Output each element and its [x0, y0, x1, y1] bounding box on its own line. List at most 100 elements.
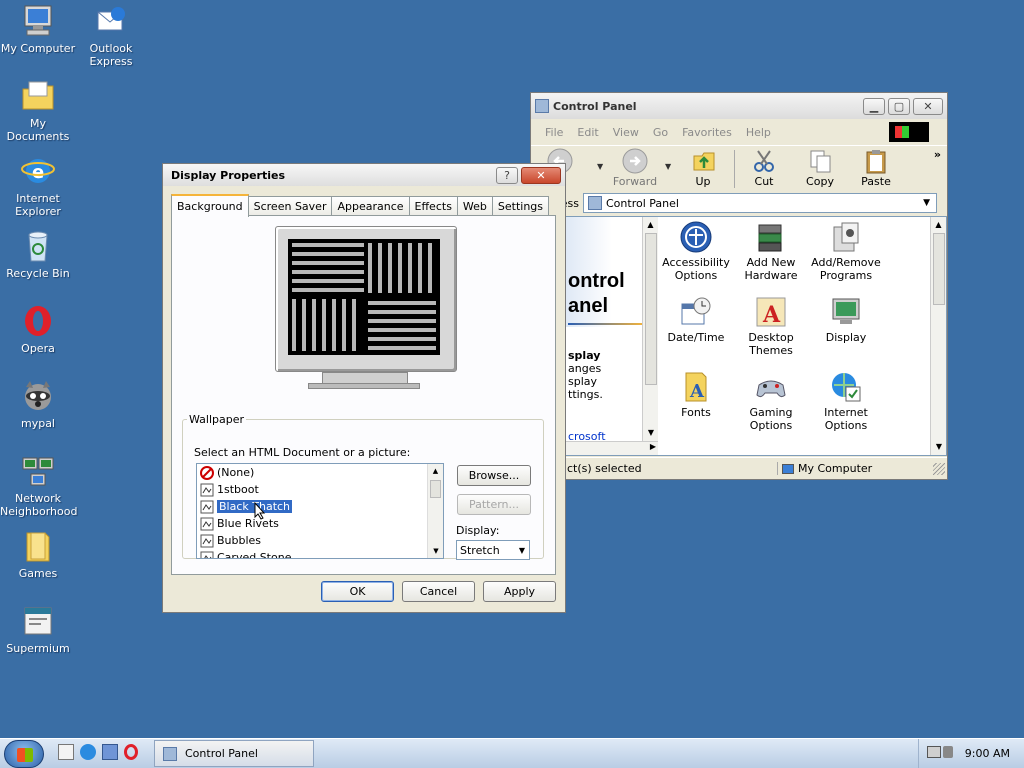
tab-effects[interactable]: Effects — [408, 196, 458, 216]
opera-quick-icon[interactable] — [124, 744, 138, 760]
display-select[interactable]: Stretch ▼ — [456, 540, 530, 560]
start-button[interactable] — [4, 740, 44, 768]
wallpaper-preview-image — [288, 239, 440, 355]
cp-internet-options[interactable]: Internet Options — [806, 371, 886, 432]
wallpaper-item[interactable]: Bubbles — [197, 532, 443, 549]
internet-explorer-quick-icon[interactable] — [80, 744, 96, 760]
toolbar-chevron-icon[interactable]: » — [934, 148, 941, 161]
network-tray-icon[interactable] — [927, 746, 941, 758]
svg-text:A: A — [762, 302, 781, 328]
cp-gaming-options[interactable]: Gaming Options — [731, 371, 811, 432]
address-dropdown-icon[interactable]: ▼ — [923, 198, 936, 208]
control-panel-titlebar[interactable]: Control Panel ▁ ▢ ✕ — [531, 93, 947, 119]
paste-button[interactable]: Paste — [851, 146, 901, 188]
copy-icon — [807, 148, 833, 174]
menu-view[interactable]: View — [613, 126, 639, 139]
apply-button[interactable]: Apply — [483, 581, 556, 602]
cp-date-time[interactable]: Date/Time — [656, 296, 736, 344]
wallpaper-item[interactable]: Carved Stone — [197, 549, 443, 558]
wallpaper-item-selected[interactable]: Black Thatch — [197, 498, 443, 515]
control-panel-window: Control Panel ▁ ▢ ✕ File Edit View Go Fa… — [530, 92, 948, 480]
ok-button[interactable]: OK — [321, 581, 394, 602]
system-tray: 9:00 AM — [918, 739, 1024, 768]
back-dropdown-icon[interactable]: ▼ — [597, 162, 603, 171]
select-label: Select an HTML Document or a picture: — [194, 446, 411, 459]
background-tab-panel: Wallpaper Select an HTML Document or a p… — [171, 215, 556, 575]
desktop-icon-network-neighborhood[interactable]: Network Neighborhood — [0, 454, 77, 518]
cp-accessibility-options[interactable]: Accessibility Options — [656, 221, 736, 282]
address-input[interactable]: Control Panel ▼ — [583, 193, 937, 213]
list-scrollbar[interactable]: ▲ ▼ — [427, 464, 443, 558]
tab-appearance[interactable]: Appearance — [331, 196, 410, 216]
forward-dropdown-icon[interactable]: ▼ — [665, 162, 671, 171]
clock[interactable]: 9:00 AM — [965, 747, 1010, 760]
desktop-icon-mypal[interactable]: mypal — [0, 379, 76, 430]
folder-documents-icon — [21, 79, 55, 113]
cp-add-new-hardware[interactable]: Add New Hardware — [731, 221, 811, 282]
cut-button[interactable]: Cut — [739, 146, 789, 188]
folder-window-icon — [535, 99, 549, 113]
desktop-icon-outlook-express[interactable]: Outlook Express — [73, 4, 149, 68]
programs-icon — [830, 221, 862, 253]
pattern-button[interactable]: Pattern... — [457, 494, 531, 515]
up-button[interactable]: Up — [678, 146, 728, 188]
status-bar: ct(s) selected My Computer — [531, 457, 947, 479]
copy-button[interactable]: Copy — [795, 146, 845, 188]
volume-tray-icon[interactable] — [943, 746, 953, 758]
cancel-button[interactable]: Cancel — [402, 581, 475, 602]
toolbar: ck ▼ Forward ▼ Up Cut Copy Paste » — [531, 145, 947, 191]
outlook-express-icon — [94, 4, 128, 38]
window-title: Control Panel — [553, 99, 637, 113]
menu-go[interactable]: Go — [653, 126, 668, 139]
internet-options-icon — [830, 371, 862, 403]
desktop-icon-games[interactable]: Games — [0, 529, 76, 580]
menu-file[interactable]: File — [545, 126, 563, 139]
cp-add-remove-programs[interactable]: Add/Remove Programs — [806, 221, 886, 282]
tab-background[interactable]: Background — [171, 194, 249, 217]
content-scrollbar[interactable]: ▲ ▼ — [930, 217, 946, 455]
help-button[interactable]: ? — [496, 166, 518, 184]
desktop-icon-opera[interactable]: Opera — [0, 304, 76, 355]
desktop-icon-my-computer[interactable]: My Computer — [0, 4, 76, 55]
close-button[interactable]: ✕ — [913, 97, 943, 115]
wallpaper-item[interactable]: Blue Rivets — [197, 515, 443, 532]
forward-button[interactable]: Forward — [610, 146, 660, 188]
desktop-icon-label: mypal — [20, 417, 55, 430]
supermium-icon — [21, 604, 55, 638]
show-desktop-icon[interactable] — [58, 744, 74, 760]
wallpaper-item[interactable]: 1stboot — [197, 481, 443, 498]
browse-button[interactable]: Browse... — [457, 465, 531, 486]
desktop-icon-internet-explorer[interactable]: e Internet Explorer — [0, 154, 76, 218]
desktop-icon-label: Supermium — [6, 642, 70, 655]
menu-edit[interactable]: Edit — [577, 126, 598, 139]
tab-web[interactable]: Web — [456, 196, 493, 216]
menu-favorites[interactable]: Favorites — [682, 126, 732, 139]
resize-grip-icon[interactable] — [933, 462, 945, 475]
cp-fonts[interactable]: A Fonts — [656, 371, 736, 419]
dialog-close-button[interactable]: ✕ — [521, 166, 561, 184]
menu-help[interactable]: Help — [746, 126, 771, 139]
desktop-icon-label: Outlook Express — [89, 42, 133, 68]
svg-text:A: A — [689, 381, 705, 402]
wallpaper-item-none[interactable]: (None) — [197, 464, 443, 481]
dialog-titlebar[interactable]: Display Properties ? ✕ — [163, 164, 565, 186]
minimize-button[interactable]: ▁ — [863, 97, 885, 115]
tab-screen-saver[interactable]: Screen Saver — [247, 196, 333, 216]
wallpaper-list[interactable]: (None) 1stboot Black Thatch Blue Rivets … — [196, 463, 444, 559]
desktop-icon-supermium[interactable]: Supermium — [0, 604, 76, 655]
desktop-icon-my-documents[interactable]: My Documents — [0, 79, 76, 143]
maximize-button[interactable]: ▢ — [888, 97, 910, 115]
cp-display[interactable]: Display — [806, 296, 886, 344]
cp-desktop-themes[interactable]: A Desktop Themes — [731, 296, 811, 357]
quick-launch — [58, 744, 138, 760]
monitor-base — [308, 383, 420, 389]
computer-icon — [21, 4, 55, 38]
status-selection-text: ct(s) selected — [567, 462, 642, 475]
outlook-quick-icon[interactable] — [102, 744, 118, 760]
up-folder-icon — [690, 148, 716, 174]
tab-settings[interactable]: Settings — [491, 196, 550, 216]
taskbar-button-control-panel[interactable]: Control Panel — [154, 740, 314, 767]
desktop-icon-recycle-bin[interactable]: Recycle Bin — [0, 229, 76, 280]
desktop-icon-label: My Computer — [0, 42, 76, 55]
taskbar: Control Panel 9:00 AM — [0, 738, 1024, 768]
